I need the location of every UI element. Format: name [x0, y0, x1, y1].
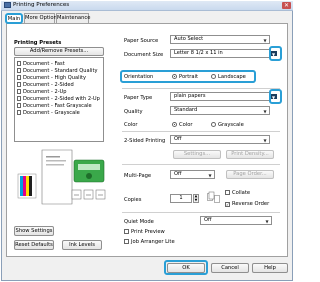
close-icon[interactable]: ✕: [282, 2, 291, 9]
checkbox-checked-icon: ✓: [225, 202, 230, 207]
chevron-down-icon: ▼: [263, 138, 267, 143]
list-item[interactable]: Document - 2-Sided: [17, 82, 74, 88]
document-size-highlight: [269, 46, 282, 61]
checkbox-icon: [124, 239, 129, 244]
chevron-down-icon: ▼: [263, 109, 267, 114]
chevron-down-icon: ▼: [265, 219, 269, 224]
tab-main[interactable]: Main: [5, 13, 23, 24]
divider: [122, 88, 280, 89]
document-icon: [17, 110, 21, 115]
tab-more-options[interactable]: More Options: [24, 13, 60, 23]
job-arranger-checkbox[interactable]: Job Arranger Lite: [124, 239, 175, 245]
multi-page-select[interactable]: Off ▼: [170, 170, 215, 179]
divider: [122, 131, 280, 132]
copies-stepper[interactable]: ▲ ▼: [193, 194, 199, 203]
portrait-radio[interactable]: Portrait: [172, 74, 198, 80]
document-size-select[interactable]: Letter 8 1/2 x 11 in ▼: [170, 49, 277, 58]
quiet-mode-label: Quiet Mode: [124, 219, 154, 225]
collate-checkbox[interactable]: Collate: [225, 190, 250, 196]
document-icon: [17, 75, 21, 80]
document-size-label: Document Size: [124, 52, 164, 58]
reset-defaults-button[interactable]: Reset Defaults: [14, 240, 54, 250]
help-button[interactable]: Help: [252, 263, 288, 273]
two-sided-label: 2-Sided Printing: [124, 138, 166, 144]
divider: [122, 212, 280, 213]
copies-label: Copies: [124, 197, 142, 203]
quality-select[interactable]: Standard ▼: [170, 106, 270, 115]
landscape-radio[interactable]: Landscape: [211, 74, 246, 80]
print-density-button[interactable]: Print Density...: [226, 150, 274, 159]
presets-heading: Printing Presets: [14, 40, 62, 46]
divider: [122, 164, 280, 165]
grayscale-radio[interactable]: Grayscale: [211, 122, 244, 128]
list-item[interactable]: Document - Fast Grayscale: [17, 103, 92, 109]
paper-type-highlight: [269, 89, 282, 104]
list-item[interactable]: Document - Fast: [17, 61, 65, 67]
color-radio[interactable]: Color: [172, 122, 193, 128]
document-icon: [17, 68, 21, 73]
radio-selected-icon: [172, 122, 177, 127]
printer-app-icon: [4, 2, 11, 8]
quiet-mode-select[interactable]: Off ▼: [200, 216, 272, 225]
chevron-down-icon: ▼: [208, 173, 212, 178]
show-settings-button[interactable]: Show Settings: [14, 226, 54, 236]
settings-button[interactable]: Settings...: [173, 150, 221, 159]
checkbox-icon: [124, 229, 129, 234]
cancel-button[interactable]: Cancel: [211, 263, 249, 273]
document-icon: [17, 89, 21, 94]
list-item[interactable]: Document - Grayscale: [17, 110, 80, 116]
list-item[interactable]: Document - 2-Sided with 2-Up: [17, 96, 100, 102]
copies-input[interactable]: 1: [170, 194, 192, 203]
reverse-order-checkbox[interactable]: ✓ Reverse Order: [225, 201, 269, 207]
paper-type-select[interactable]: plain papers ▼: [170, 92, 277, 101]
print-preview-checkbox[interactable]: Print Preview: [124, 229, 165, 235]
paper-source-label: Paper Source: [124, 38, 159, 44]
document-icon: [17, 103, 21, 108]
add-remove-presets-button[interactable]: Add/Remove Presets...: [14, 47, 104, 56]
ink-levels-button[interactable]: Ink Levels: [62, 240, 102, 250]
paper-type-label: Paper Type: [124, 95, 153, 101]
quality-label: Quality: [124, 109, 143, 115]
radio-icon: [211, 74, 216, 79]
orientation-label: Orientation: [124, 74, 154, 80]
presets-list[interactable]: Document - Fast Document - Standard Qual…: [14, 57, 104, 142]
document-icon: [17, 61, 21, 66]
print-preview-graphic: [14, 146, 114, 222]
list-item[interactable]: Document - 2-Up: [17, 89, 67, 95]
paper-source-select[interactable]: Auto Select ▼: [170, 35, 270, 44]
color-label: Color: [124, 122, 138, 128]
document-icon: [17, 82, 21, 87]
radio-selected-icon: [172, 74, 177, 79]
two-sided-select[interactable]: Off ▼: [170, 135, 270, 144]
ok-button[interactable]: OK: [167, 263, 205, 273]
page-order-button[interactable]: Page Order...: [226, 170, 274, 179]
multi-page-label: Multi-Page: [124, 173, 152, 179]
radio-icon: [211, 122, 216, 127]
list-item[interactable]: Document - Standard Quality: [17, 68, 97, 74]
document-icon: [17, 96, 21, 101]
collate-icon: [207, 191, 221, 204]
chevron-down-icon: ▼: [263, 38, 267, 43]
tab-maintenance[interactable]: Maintenance: [56, 13, 90, 23]
checkbox-icon: [225, 190, 230, 195]
list-item[interactable]: Document - High Quality: [17, 75, 86, 81]
window-title: Printing Preferences: [13, 2, 70, 8]
